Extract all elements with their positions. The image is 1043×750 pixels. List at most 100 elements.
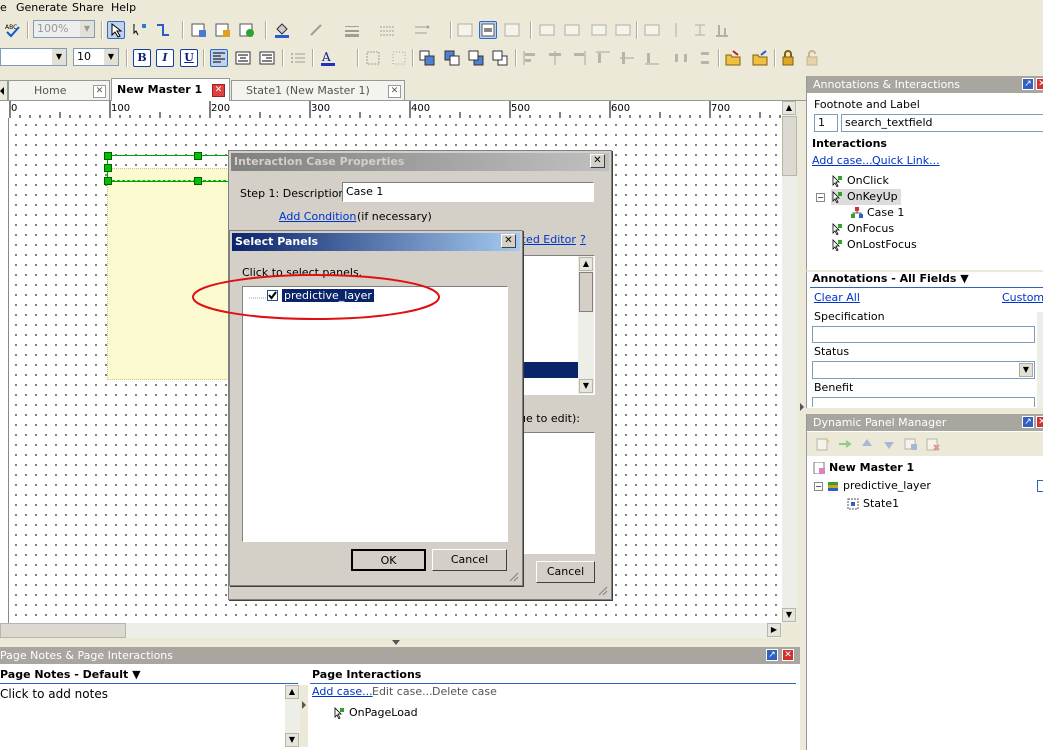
close-icon[interactable]: ✕ xyxy=(1036,78,1043,90)
panel-tree-item[interactable]: predictive_layer xyxy=(827,478,931,494)
group-button[interactable] xyxy=(364,49,382,67)
move-down-icon[interactable] xyxy=(881,436,897,452)
page-delete-case-link[interactable]: Delete case xyxy=(432,685,497,698)
lock-button[interactable] xyxy=(779,49,797,67)
distribute-h-button[interactable] xyxy=(672,49,690,67)
resize-handle[interactable] xyxy=(104,177,112,185)
close-icon[interactable]: ✕ xyxy=(501,234,516,248)
page-notes-textarea[interactable]: Click to add notes xyxy=(0,685,285,748)
close-icon[interactable]: ✕ xyxy=(388,85,401,98)
align-bottom-button[interactable] xyxy=(713,21,731,39)
import-button[interactable] xyxy=(724,49,742,67)
description-text-area[interactable] xyxy=(521,432,595,554)
layout-button-3[interactable] xyxy=(503,21,521,39)
resize-grip-icon[interactable] xyxy=(596,584,608,596)
edit-state-icon[interactable] xyxy=(903,436,919,452)
notes-splitter[interactable] xyxy=(300,685,308,747)
font-color-button[interactable]: A xyxy=(319,49,337,67)
layout-button-1[interactable] xyxy=(456,21,474,39)
selected-action-row[interactable] xyxy=(516,362,578,378)
add-state-icon[interactable] xyxy=(815,436,831,452)
page-add-case-link[interactable]: Add case... xyxy=(312,685,373,698)
align-objects-bottom-button[interactable] xyxy=(643,49,661,67)
align-center-button[interactable] xyxy=(234,49,252,67)
event-onlostfocus[interactable]: OnLostFocus xyxy=(831,237,917,253)
splitter-vertical[interactable] xyxy=(797,101,806,638)
annotation-fields-title[interactable]: Annotations - All Fields ▼ xyxy=(812,272,969,285)
connector-button[interactable] xyxy=(131,21,149,39)
tab-home[interactable]: Home ✕ xyxy=(8,80,110,100)
actions-scrollbar[interactable]: ▲ ▼ xyxy=(578,256,594,394)
canvas-vertical-scrollbar[interactable]: ▲ ▼ xyxy=(782,101,797,623)
splitter-horizontal[interactable] xyxy=(0,638,806,646)
ok-button[interactable]: OK xyxy=(351,549,426,571)
send-back-button[interactable] xyxy=(491,49,509,67)
spellcheck-button[interactable]: ABC xyxy=(4,21,22,39)
scroll-up-arrow-icon[interactable]: ▲ xyxy=(285,685,299,699)
tab-state1[interactable]: State1 (New Master 1) ✕ xyxy=(231,80,405,100)
description-input[interactable]: Case 1 xyxy=(342,182,594,202)
undock-icon[interactable]: ↗ xyxy=(1022,416,1034,428)
undock-icon[interactable]: ↗ xyxy=(766,649,778,661)
help-link[interactable]: ? xyxy=(580,233,586,246)
specification-input[interactable] xyxy=(812,326,1035,343)
add-condition-link[interactable]: Add Condition xyxy=(279,210,356,223)
add-case-link[interactable]: Add case... xyxy=(812,154,873,167)
master-tree-item[interactable]: New Master 1 xyxy=(813,460,914,476)
menu-share[interactable]: Share xyxy=(72,1,104,14)
bold-button[interactable]: B xyxy=(133,49,151,67)
fill-color-button[interactable] xyxy=(273,21,291,39)
case-item[interactable]: Case 1 xyxy=(851,205,904,221)
page-notes-heading[interactable]: Page Notes - Default ▼ xyxy=(0,668,141,681)
collapse-toggle-icon[interactable]: − xyxy=(816,193,825,202)
panels-tree[interactable]: predictive_layer xyxy=(242,286,508,542)
scroll-down-arrow-icon[interactable]: ▼ xyxy=(285,733,299,747)
delete-state-icon[interactable] xyxy=(925,436,941,452)
align-objects-top-button[interactable] xyxy=(594,49,612,67)
duplicate-state-icon[interactable] xyxy=(837,436,853,452)
arrow-style-button[interactable] xyxy=(413,21,431,39)
undock-icon[interactable]: ↗ xyxy=(1022,78,1034,90)
align-left-button[interactable] xyxy=(210,49,228,67)
font-family-select[interactable]: ▼ xyxy=(0,48,67,66)
send-backward-button[interactable] xyxy=(467,49,485,67)
cancel-button[interactable]: Cancel xyxy=(536,561,595,583)
event-onkeyup[interactable]: OnKeyUp xyxy=(831,189,901,205)
resize-handle[interactable] xyxy=(194,152,202,160)
line-color-button[interactable] xyxy=(308,21,326,39)
line-style-button[interactable] xyxy=(378,21,396,39)
canvas-horizontal-scrollbar[interactable]: ▶ xyxy=(0,623,782,638)
event-onclick[interactable]: OnClick xyxy=(831,173,889,189)
menu-help[interactable]: Help xyxy=(111,1,136,14)
move-up-icon[interactable] xyxy=(859,436,875,452)
align-right-button[interactable] xyxy=(258,49,276,67)
customize-link[interactable]: Customiz xyxy=(1002,291,1043,304)
select-pointer-button[interactable] xyxy=(107,21,125,39)
scroll-up-arrow-icon[interactable]: ▲ xyxy=(782,101,796,115)
italic-button[interactable]: I xyxy=(156,49,174,67)
page-properties-button[interactable] xyxy=(190,21,208,39)
tab-new-master-1[interactable]: New Master 1 ✕ xyxy=(111,78,230,101)
resize-handle[interactable] xyxy=(104,152,112,160)
label-input[interactable]: search_textfield xyxy=(841,114,1043,132)
align-objects-middle-button[interactable] xyxy=(618,49,636,67)
advanced-editor-link[interactable]: ced Editor xyxy=(520,233,576,246)
resize-grip-icon[interactable] xyxy=(507,570,519,582)
event-onpageload[interactable]: OnPageLoad xyxy=(333,705,418,721)
menu-edit[interactable]: e xyxy=(0,1,7,14)
distribute-v-button[interactable] xyxy=(696,49,714,67)
distribute-button[interactable] xyxy=(691,21,709,39)
unlock-button[interactable] xyxy=(803,49,821,67)
close-icon[interactable]: ✕ xyxy=(1036,416,1043,428)
panel-visibility-icon[interactable] xyxy=(1037,480,1043,492)
merge-button[interactable] xyxy=(643,21,661,39)
scroll-down-arrow-icon[interactable]: ▼ xyxy=(579,379,593,393)
align-objects-right-button[interactable] xyxy=(570,49,588,67)
resize-handle[interactable] xyxy=(194,177,202,185)
quick-link-link[interactable]: Quick Link... xyxy=(872,154,940,167)
bullets-button[interactable] xyxy=(289,49,307,67)
page-edit-case-link[interactable]: Edit case... xyxy=(372,685,433,698)
tab-scroll-left[interactable] xyxy=(0,80,8,100)
close-icon[interactable]: ✕ xyxy=(93,85,106,98)
align-objects-left-button[interactable] xyxy=(521,49,539,67)
